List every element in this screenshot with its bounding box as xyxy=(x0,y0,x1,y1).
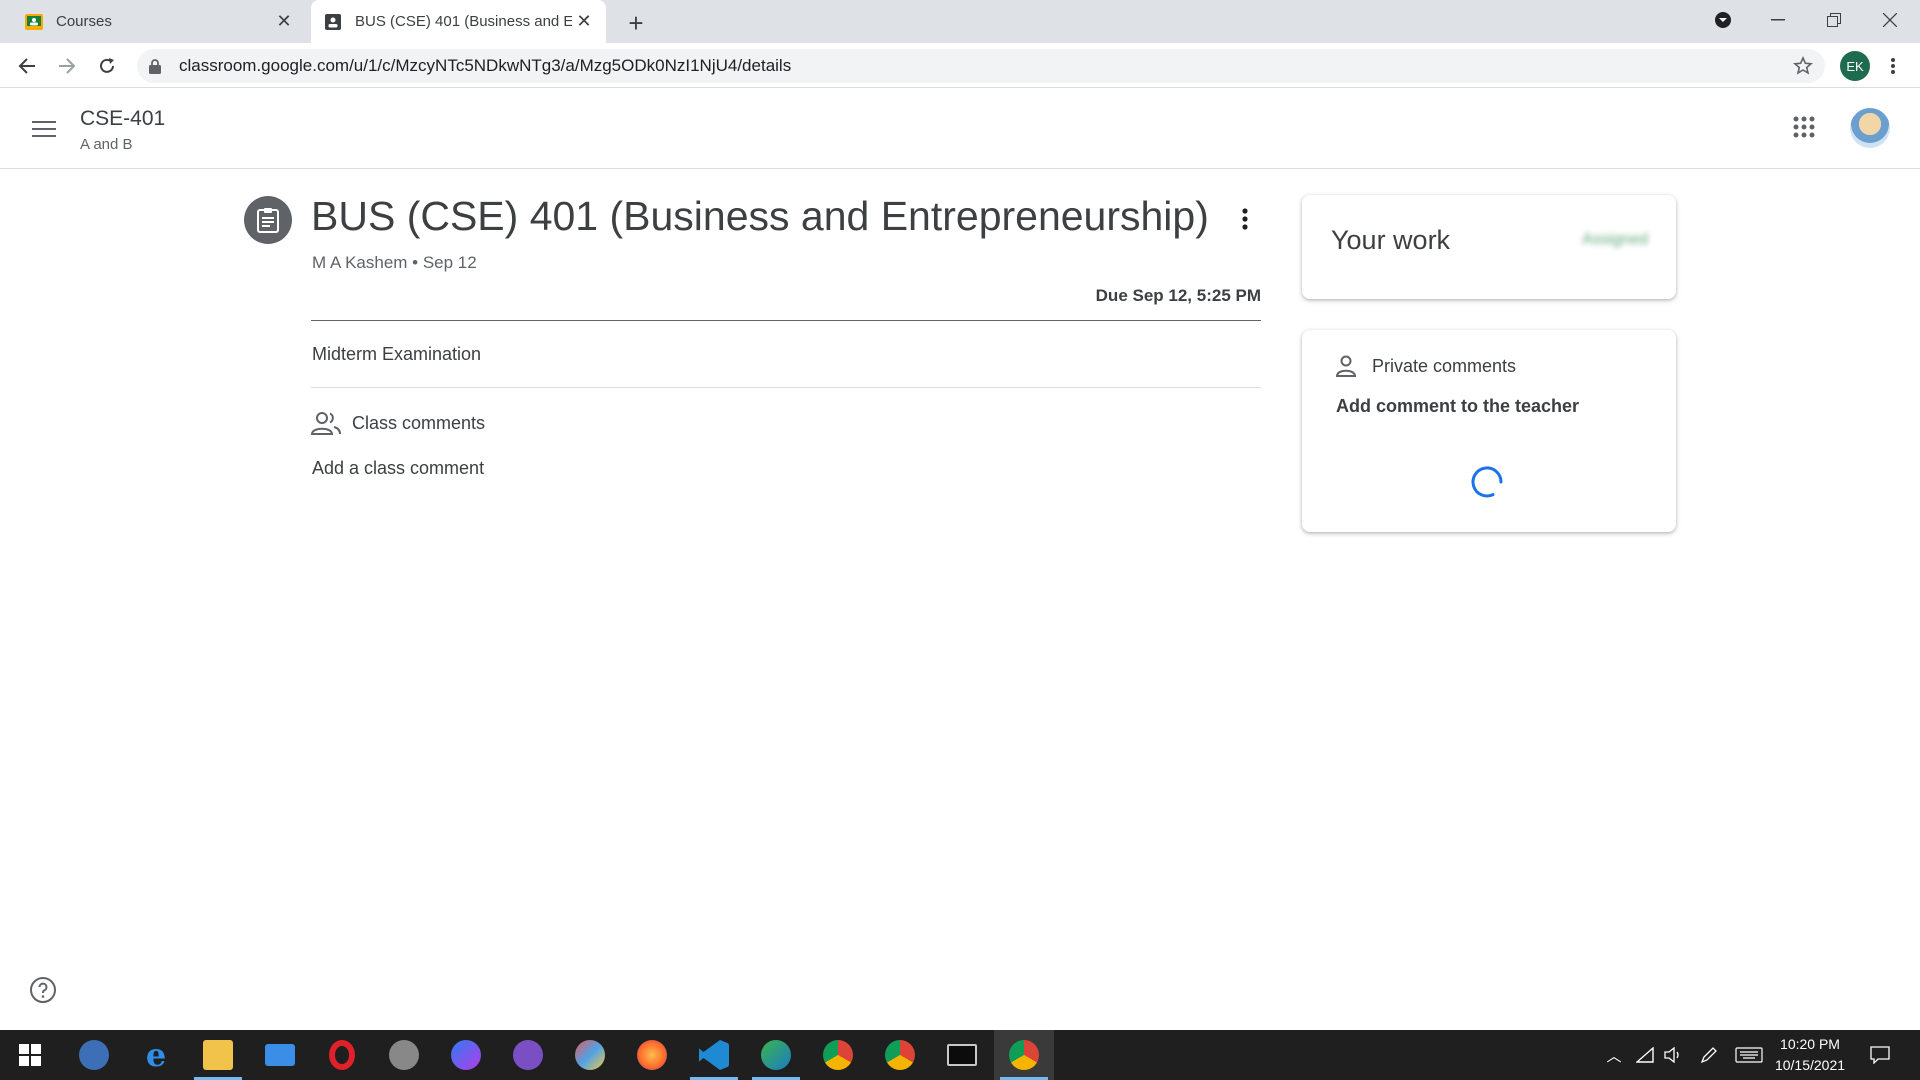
private-comments-card: Private comments Add comment to the teac… xyxy=(1302,330,1676,532)
due-date: Due Sep 12, 5:25 PM xyxy=(1095,286,1261,305)
clock-date: 10/15/2021 xyxy=(1774,1057,1846,1073)
inkscape-icon[interactable] xyxy=(374,1030,434,1080)
assignment-instructions: Midterm Examination xyxy=(312,344,482,364)
restore-icon[interactable] xyxy=(1806,0,1862,40)
clock-time: 10:20 PM xyxy=(1780,1036,1840,1052)
class-section: A and B xyxy=(80,136,133,153)
google-apps-icon[interactable] xyxy=(1792,115,1820,143)
assignment-icon xyxy=(244,196,292,244)
more-options-icon[interactable] xyxy=(1230,204,1260,234)
mail-icon[interactable] xyxy=(250,1030,310,1080)
your-work-title: Your work xyxy=(1331,225,1451,255)
tray-chevron-icon[interactable]: ︿ xyxy=(1600,1030,1628,1080)
your-work-card: Your work Assigned xyxy=(1302,195,1676,299)
classroom-header: CSE-401 A and B xyxy=(0,89,1920,169)
terminal-icon[interactable] xyxy=(932,1030,992,1080)
assignment-author-date: M A Kashem • Sep 12 xyxy=(312,253,477,272)
class-name[interactable]: CSE-401 xyxy=(80,107,165,131)
chrome-ek-icon[interactable] xyxy=(994,1030,1054,1080)
volume-icon[interactable] xyxy=(1660,1030,1686,1080)
add-private-comment-button[interactable]: Add comment to the teacher xyxy=(1336,396,1579,417)
file-explorer-icon[interactable] xyxy=(188,1030,248,1080)
url-text: classroom.google.com/u/1/c/MzcyNTc5NDkwN… xyxy=(179,56,792,75)
tab-search-icon[interactable] xyxy=(1695,0,1751,40)
main-menu-icon[interactable] xyxy=(26,113,62,145)
close-tab-icon[interactable]: ✕ xyxy=(272,10,296,34)
lock-icon[interactable] xyxy=(149,58,165,74)
vscode-icon[interactable] xyxy=(684,1030,744,1080)
browser-toolbar: classroom.google.com/u/1/c/MzcyNTc5NDkwN… xyxy=(0,43,1920,88)
chrome-profile-icon[interactable] xyxy=(808,1030,868,1080)
people-icon xyxy=(310,410,341,436)
qbittorrent-icon[interactable] xyxy=(64,1030,124,1080)
tab-title: Courses xyxy=(56,13,112,30)
loading-spinner-icon xyxy=(1469,464,1505,500)
github-desktop-icon[interactable] xyxy=(498,1030,558,1080)
minimize-icon[interactable] xyxy=(1750,0,1806,40)
tab-courses[interactable]: Courses ✕ xyxy=(0,0,306,43)
close-window-icon[interactable] xyxy=(1862,0,1918,40)
reload-icon[interactable] xyxy=(90,49,124,83)
chrome-icon[interactable] xyxy=(870,1030,930,1080)
paint-icon[interactable] xyxy=(560,1030,620,1080)
windows-start-icon[interactable] xyxy=(0,1030,60,1080)
keyboard-icon[interactable] xyxy=(1732,1030,1766,1080)
add-class-comment-button[interactable]: Add a class comment xyxy=(312,458,484,479)
browser-menu-icon[interactable] xyxy=(1876,49,1910,83)
network-icon[interactable] xyxy=(1632,1030,1658,1080)
browser-tabstrip: Courses ✕ BUS (CSE) 401 (Business and En… xyxy=(0,0,1920,43)
help-icon[interactable] xyxy=(29,976,57,1004)
firefox-icon[interactable] xyxy=(622,1030,682,1080)
windows-taskbar: e ︿ 10:20 PM 10/15/2021 xyxy=(0,1030,1920,1080)
browser-profile-avatar[interactable]: EK xyxy=(1840,51,1870,81)
address-bar[interactable]: classroom.google.com/u/1/c/MzcyNTc5NDkwN… xyxy=(137,49,1825,83)
pen-icon[interactable] xyxy=(1696,1030,1722,1080)
new-tab-button[interactable]: + xyxy=(620,7,652,39)
close-tab-icon[interactable]: ✕ xyxy=(572,10,596,34)
assignment-title: BUS (CSE) 401 (Business and Entrepreneur… xyxy=(311,193,1209,239)
divider xyxy=(311,320,1261,321)
app-green-icon[interactable] xyxy=(746,1030,806,1080)
edge-icon[interactable]: e xyxy=(126,1030,186,1080)
person-icon xyxy=(1334,354,1358,378)
forward-icon[interactable] xyxy=(50,49,84,83)
work-status-badge: Assigned xyxy=(1582,231,1648,248)
bookmark-star-icon[interactable] xyxy=(1793,56,1813,81)
tab-title: BUS (CSE) 401 (Business and Entr xyxy=(355,13,572,30)
tab-assignment[interactable]: BUS (CSE) 401 (Business and Entr ✕ xyxy=(311,0,606,43)
back-icon[interactable] xyxy=(10,49,44,83)
class-comments-label: Class comments xyxy=(352,413,486,433)
divider xyxy=(311,387,1261,388)
user-avatar[interactable] xyxy=(1850,108,1890,148)
classroom-favicon-icon xyxy=(24,12,44,32)
opera-icon[interactable] xyxy=(312,1030,372,1080)
taskbar-clock[interactable]: 10:20 PM 10/15/2021 xyxy=(1770,1034,1850,1076)
notifications-icon[interactable] xyxy=(1862,1030,1898,1080)
assignment-favicon-icon xyxy=(323,12,343,32)
messenger-icon[interactable] xyxy=(436,1030,496,1080)
private-comments-title: Private comments xyxy=(1372,356,1517,376)
